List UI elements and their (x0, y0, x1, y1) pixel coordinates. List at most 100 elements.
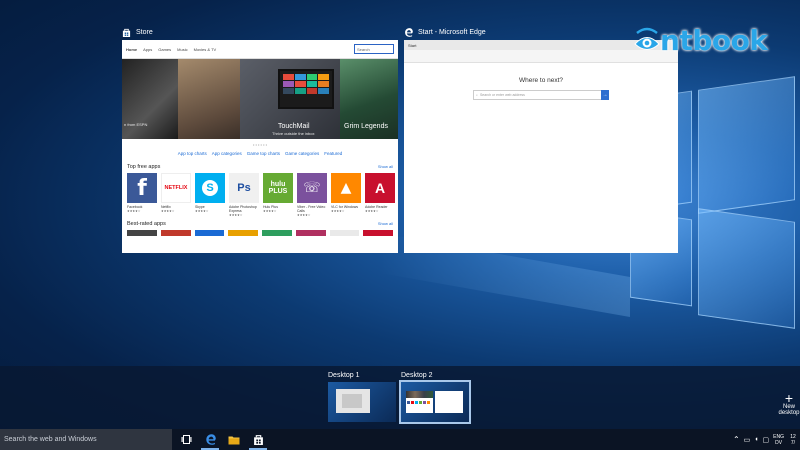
best-rated-app-tile[interactable] (127, 230, 157, 236)
clock[interactable]: 12 7/ (788, 434, 798, 446)
new-desktop-button[interactable]: + New desktop (778, 390, 800, 416)
app-vlc[interactable]: ▲ VLC for Windows ★★★★☆ (331, 173, 361, 217)
store-hero-carousel[interactable]: n from ESPN TouchMail Thrive outside the… (122, 59, 398, 139)
store-bag-icon (122, 28, 131, 37)
desktop-2-item[interactable]: Desktop 2 (399, 372, 471, 424)
best-rated-app-tile[interactable] (262, 230, 292, 236)
store-nav-apps[interactable]: Apps (143, 47, 152, 52)
hero-tile-grim-legends[interactable]: Grim Legends (340, 59, 398, 139)
hero-grim-title: Grim Legends (344, 123, 388, 130)
edge-logo-icon (205, 434, 216, 445)
task-view-button[interactable] (174, 429, 198, 450)
best-rated-show-all[interactable]: Show all (378, 221, 393, 227)
clock-date: 7/ (790, 439, 796, 446)
link-featured[interactable]: Featured (324, 151, 342, 156)
edge-search-input[interactable]: ⌕ Search or enter web address → (473, 90, 609, 100)
taskbar-store-button[interactable] (246, 429, 270, 450)
network-icon[interactable]: ▭ (744, 436, 751, 444)
edge-window-content[interactable]: Start Where to next? ⌕ Search or enter w… (404, 40, 678, 253)
desktop-1-item[interactable]: Desktop 1 (328, 372, 396, 422)
edge-logo-icon (404, 27, 413, 37)
taskbar-edge-button[interactable] (198, 429, 222, 450)
desktop-2-thumbnail[interactable] (399, 380, 471, 424)
app-viber[interactable]: ☏ Viber - Free Video Calls ★★★★☆ (297, 173, 327, 217)
app-facebook[interactable]: f Facebook ★★★★☆ (127, 173, 157, 217)
best-rated-title: Best-rated apps (127, 221, 166, 227)
edge-tab-start[interactable]: Start (408, 43, 416, 48)
ntbook-wordmark: ntbook (660, 24, 768, 57)
link-app-top-charts[interactable]: App top charts (178, 151, 207, 156)
virtual-desktop-strip: Desktop 1 Desktop 2 (0, 366, 800, 429)
store-nav-movies[interactable]: Movies & TV (194, 47, 217, 52)
link-game-top-charts[interactable]: Game top charts (247, 151, 280, 156)
hero-tile-people[interactable] (178, 59, 240, 139)
store-window-content[interactable]: Home Apps Games Music Movies & TV Search… (122, 40, 398, 253)
app-adobe-reader[interactable]: A Adobe Reader ★★★★☆ (365, 173, 395, 217)
store-nav-games[interactable]: Games (158, 47, 171, 52)
keyboard-layout: DV (775, 439, 783, 446)
photoshop-express-icon: Ps (229, 173, 259, 203)
taskbar: Search the web and Windows ⌃ ▭ ◖ ▢ ENG D… (0, 429, 800, 450)
edge-go-button[interactable]: → (601, 90, 609, 100)
best-rated-app-tile[interactable] (295, 230, 326, 236)
skype-icon: S (195, 173, 225, 203)
hulu-plus-icon: hulu PLUS (263, 173, 293, 203)
viber-icon: ☏ (297, 173, 327, 203)
best-rated-apps-list (122, 230, 398, 236)
link-game-categories[interactable]: Game categories (285, 151, 319, 156)
facebook-icon: f (127, 173, 157, 203)
app-netflix[interactable]: NETFLIX Netflix ★★★★☆ (161, 173, 191, 217)
carousel-dots[interactable]: • • • • • • (122, 142, 398, 147)
store-task-window[interactable]: Store Home Apps Games Music Movies & TV … (122, 25, 398, 253)
store-search-input[interactable]: Search (354, 44, 394, 54)
app-hulu-plus[interactable]: hulu PLUS Hulu Plus ★★★★☆ (263, 173, 293, 217)
taskbar-search-placeholder: Search the web and Windows (4, 436, 97, 443)
taskbar-search-box[interactable]: Search the web and Windows (0, 429, 172, 450)
new-desktop-label: New desktop (778, 404, 800, 416)
top-free-apps-title: Top free apps (127, 164, 161, 170)
ntbook-logo: ntbook (634, 24, 768, 57)
best-rated-app-tile[interactable] (228, 230, 258, 236)
netflix-icon: NETFLIX (161, 173, 191, 203)
store-window-title: Store (122, 25, 398, 39)
store-top-nav: Home Apps Games Music Movies & TV Search (122, 40, 398, 59)
file-explorer-icon (228, 436, 240, 444)
edge-task-window[interactable]: Start - Microsoft Edge Start Where to ne… (404, 25, 678, 253)
desktop-1-label: Desktop 1 (328, 372, 360, 379)
hero-touchmail-title: TouchMail (278, 123, 310, 130)
ntbook-eye-icon (634, 27, 660, 50)
language-indicator[interactable]: ENG DV (773, 434, 784, 446)
top-free-apps-header: Top free apps Show all (122, 164, 398, 170)
store-bag-icon (253, 435, 263, 445)
volume-icon[interactable]: ◖ (754, 436, 758, 443)
app-skype[interactable]: S Skype ★★★★☆ (195, 173, 225, 217)
plus-icon: + (784, 390, 794, 406)
adobe-reader-icon: A (365, 173, 395, 203)
hero-tile-touchmail[interactable]: TouchMail Thrive outside the inbox (240, 59, 340, 139)
taskbar-file-explorer-button[interactable] (222, 429, 246, 450)
app-photoshop-express[interactable]: Ps Adobe Photoshop Express ★★★★☆ (229, 173, 259, 217)
top-free-apps-list: f Facebook ★★★★☆ NETFLIX Netflix ★★★★☆ S… (122, 173, 398, 217)
top-free-show-all[interactable]: Show all (378, 164, 393, 170)
vlc-cone-icon: ▲ (331, 173, 361, 203)
store-nav-home[interactable]: Home (126, 47, 137, 52)
best-rated-app-tile[interactable] (363, 230, 393, 236)
edge-start-heading: Where to next? (518, 77, 564, 84)
show-hidden-icons-chevron-icon[interactable]: ⌃ (733, 435, 740, 444)
desktop-1-thumbnail[interactable] (328, 382, 396, 422)
edge-title-text: Start - Microsoft Edge (418, 28, 486, 36)
desktop-2-label: Desktop 2 (401, 372, 433, 379)
best-rated-app-tile[interactable] (329, 230, 360, 236)
system-tray: ⌃ ▭ ◖ ▢ ENG DV 12 7/ (733, 429, 800, 450)
action-center-icon[interactable]: ▢ (763, 436, 770, 444)
link-app-categories[interactable]: App categories (212, 151, 242, 156)
store-nav-music[interactable]: Music (177, 47, 187, 52)
store-category-links: App top charts App categories Game top c… (122, 151, 398, 156)
best-rated-app-tile[interactable] (194, 230, 225, 236)
hero-touchmail-sub: Thrive outside the inbox (272, 131, 315, 136)
best-rated-app-tile[interactable] (160, 230, 191, 236)
task-view-icon (181, 435, 191, 444)
best-rated-header: Best-rated apps Show all (122, 221, 398, 227)
hero-tile-espn[interactable]: n from ESPN (122, 59, 178, 139)
store-title-text: Store (136, 28, 153, 36)
